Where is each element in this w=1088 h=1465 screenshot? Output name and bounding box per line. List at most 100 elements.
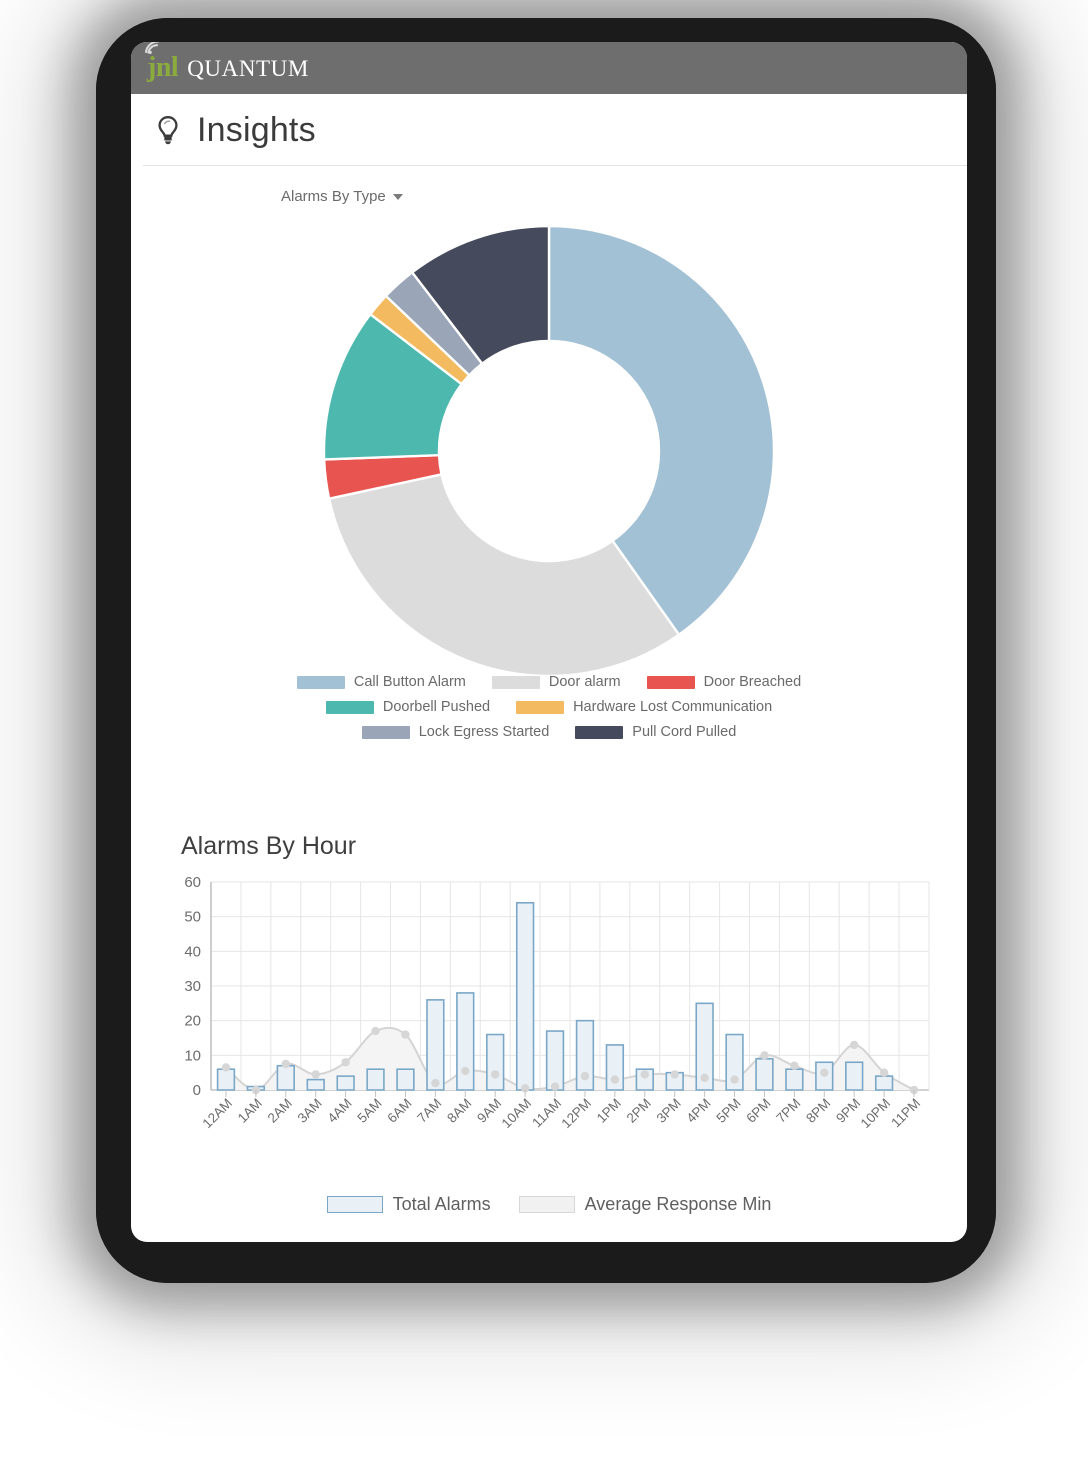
alarm-bars-series <box>216 901 894 1091</box>
x-tick-label: 1AM <box>235 1096 265 1126</box>
legend-item[interactable]: Door Breached <box>646 674 801 690</box>
data-point-marker[interactable] <box>760 1051 769 1060</box>
x-tick-label: 7AM <box>414 1096 444 1126</box>
bar[interactable] <box>486 1033 505 1091</box>
data-point-marker[interactable] <box>730 1075 739 1084</box>
legend-item[interactable]: Hardware Lost Communication <box>516 699 772 715</box>
screenshot-root: jnl QUANTUM Insights Alarms By Type Call… <box>0 0 1088 1465</box>
legend-item[interactable]: Door alarm <box>491 674 621 690</box>
data-point-marker[interactable] <box>550 1082 560 1091</box>
bar[interactable] <box>874 1075 894 1091</box>
bar[interactable] <box>845 1061 864 1091</box>
lightbulb-icon <box>158 116 178 145</box>
x-tick-label: 11AM <box>529 1096 564 1131</box>
data-point-marker[interactable] <box>670 1070 679 1079</box>
y-tick-label: 30 <box>184 978 201 995</box>
donut-slice[interactable] <box>327 472 681 678</box>
legend-item[interactable]: Lock Egress Started <box>361 724 550 740</box>
bar[interactable] <box>545 1030 565 1091</box>
bar[interactable] <box>426 999 445 1091</box>
legend-item[interactable]: Doorbell Pushed <box>325 699 491 715</box>
x-tick-label: 10AM <box>499 1096 535 1132</box>
tablet-screen: jnl QUANTUM Insights Alarms By Type Call… <box>131 42 967 1242</box>
data-point-marker[interactable] <box>341 1058 350 1067</box>
y-tick-label: 0 <box>193 1082 201 1099</box>
data-point-marker[interactable] <box>850 1040 859 1050</box>
donut-chart-svg <box>322 224 776 678</box>
data-point-marker[interactable] <box>401 1030 410 1039</box>
x-tick-label: 5PM <box>713 1096 743 1126</box>
legend-label: Doorbell Pushed <box>382 699 491 715</box>
bar-chart: 0 10 20 30 40 50 60 12AM 1AM 2AM 3AM 4AM 5AM 6AM 7AM 8… <box>167 872 937 1162</box>
legend-swatch <box>296 675 345 689</box>
x-tick-label: 3AM <box>295 1096 325 1126</box>
legend-swatch <box>326 1196 383 1213</box>
data-point-marker[interactable] <box>820 1068 829 1077</box>
legend-label: Lock Egress Started <box>418 724 550 740</box>
x-tick-label: 1PM <box>594 1096 624 1126</box>
x-tick-label: 8PM <box>803 1096 833 1126</box>
x-tick-label: 2PM <box>624 1096 654 1126</box>
x-tick-label: 4AM <box>325 1096 355 1126</box>
data-point-marker[interactable] <box>221 1063 231 1072</box>
x-tick-label: 6AM <box>384 1096 414 1126</box>
legend-swatch <box>361 725 410 739</box>
legend-item-avg-response[interactable]: Average Response Min <box>518 1194 772 1215</box>
data-point-marker[interactable] <box>311 1070 320 1079</box>
data-point-marker[interactable] <box>461 1066 470 1076</box>
data-point-marker[interactable] <box>700 1073 709 1083</box>
x-tick-label: 12AM <box>200 1096 236 1132</box>
data-point-marker[interactable] <box>281 1059 290 1069</box>
grid-lines <box>210 881 930 1091</box>
legend-swatch <box>325 700 374 714</box>
legend-item[interactable]: Pull Cord Pulled <box>575 724 736 740</box>
data-point-marker[interactable] <box>491 1070 500 1079</box>
x-tick-label: 8AM <box>444 1096 474 1126</box>
x-axis-tick-labels: 12AM 1AM 2AM 3AM 4AM 5AM 6AM 7AM 8AM 9AM10AM11AM1… <box>200 1090 923 1132</box>
legend-label: Door alarm <box>548 674 621 690</box>
bar[interactable] <box>456 992 475 1091</box>
data-point-marker[interactable] <box>790 1061 799 1070</box>
legend-item-total-alarms[interactable]: Total Alarms <box>326 1194 491 1215</box>
legend-label: Pull Cord Pulled <box>632 724 737 740</box>
legend-label: Total Alarms <box>392 1194 491 1214</box>
bar-chart-title: Alarms By Hour <box>181 832 357 860</box>
bar[interactable] <box>396 1068 415 1091</box>
data-point-marker[interactable] <box>640 1070 649 1079</box>
brand-logo-jnl: jnl <box>147 52 179 83</box>
x-tick-label: 4PM <box>684 1096 714 1126</box>
legend-label: Average Response Min <box>584 1194 772 1214</box>
y-tick-label: 40 <box>184 943 201 960</box>
x-tick-label: 11PM <box>888 1096 923 1131</box>
x-tick-label: 7PM <box>773 1096 803 1126</box>
x-tick-label: 12PM <box>559 1096 595 1132</box>
bar[interactable] <box>785 1068 804 1091</box>
legend-label: Call Button Alarm <box>353 674 466 690</box>
bar[interactable] <box>276 1064 295 1091</box>
data-point-marker[interactable] <box>879 1068 889 1077</box>
legend-row-2: Doorbell Pushed Hardware Lost Communicat… <box>325 699 772 715</box>
donut-legend: Call Button Alarm Door alarm Door Breach… <box>131 674 967 740</box>
legend-item[interactable]: Call Button Alarm <box>296 674 466 690</box>
bar[interactable] <box>216 1068 236 1091</box>
legend-swatch <box>491 675 540 689</box>
legend-swatch <box>646 675 695 689</box>
page-title: Insights <box>197 110 316 149</box>
bar[interactable] <box>336 1075 355 1091</box>
bar[interactable] <box>755 1058 774 1091</box>
data-point-marker[interactable] <box>431 1078 440 1088</box>
bar[interactable] <box>366 1068 385 1091</box>
data-point-marker[interactable] <box>580 1071 590 1081</box>
x-tick-label: 5AM <box>354 1096 384 1126</box>
bar-chart-svg: 0102030405060 12AM 1AM 2AM 3AM 4AM 5AM 6AM 7AM 8… <box>184 874 930 1132</box>
data-point-marker[interactable] <box>610 1075 620 1084</box>
alarms-by-type-dropdown[interactable]: Alarms By Type <box>281 188 403 205</box>
bar[interactable] <box>306 1078 325 1091</box>
donut-slice-group <box>322 224 776 678</box>
data-point-marker[interactable] <box>371 1026 380 1036</box>
donut-chart <box>314 216 784 686</box>
y-tick-label: 50 <box>184 909 201 926</box>
dropdown-label: Alarms By Type <box>281 188 386 205</box>
bar[interactable] <box>515 901 535 1091</box>
brand-logo[interactable]: jnl QUANTUM <box>145 42 309 83</box>
